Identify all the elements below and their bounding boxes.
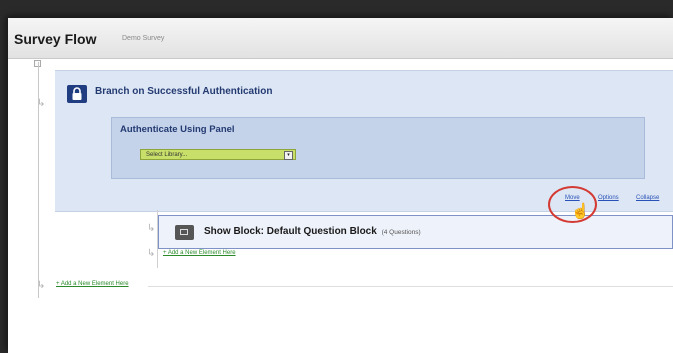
lock-icon	[67, 85, 87, 103]
hand-cursor-icon: ☝	[571, 203, 590, 220]
header-bar: Survey Flow Demo Survey	[8, 18, 673, 59]
library-select[interactable]: Select Library... ▾	[140, 149, 296, 160]
block-title: Show Block: Default Question Block (4 Qu…	[204, 226, 421, 237]
divider	[148, 286, 673, 287]
block-icon	[175, 225, 194, 240]
add-inner-arrow-icon: ↳	[147, 248, 156, 259]
authenticator-panel: Authenticate Using Panel Select Library.…	[111, 117, 645, 179]
collapse-link[interactable]: Collapse	[636, 195, 659, 201]
block-title-text: Show Block: Default Question Block	[204, 226, 377, 237]
authenticator-title: Authenticate Using Panel	[120, 124, 235, 135]
outer-frame: Survey Flow Demo Survey ↳ Branch on Succ…	[0, 0, 673, 353]
add-element-link-inner[interactable]: + Add a New Element Here	[163, 250, 236, 256]
options-link[interactable]: Options	[598, 195, 619, 201]
block-arrow-icon: ↳	[147, 223, 156, 234]
block-question-count: (4 Questions)	[381, 229, 421, 236]
block-element[interactable]: Show Block: Default Question Block (4 Qu…	[158, 215, 673, 249]
survey-flow-window: Survey Flow Demo Survey ↳ Branch on Succ…	[8, 18, 673, 353]
add-element-link-outer[interactable]: + Add a New Element Here	[56, 281, 129, 287]
page-title: Survey Flow	[14, 31, 97, 47]
add-outer-arrow-icon: ↳	[37, 280, 46, 291]
survey-name: Demo Survey	[122, 35, 165, 42]
branch-arrow-icon: ↳	[37, 98, 46, 109]
branch-title: Branch on Successful Authentication	[95, 86, 273, 97]
chevron-down-icon: ▾	[284, 151, 293, 160]
library-select-value: Select Library...	[146, 152, 188, 158]
